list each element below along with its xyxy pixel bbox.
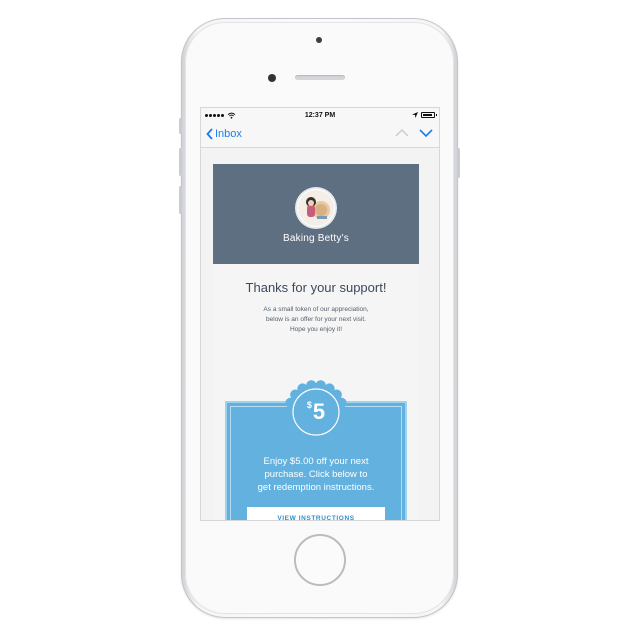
mute-switch (179, 118, 182, 134)
battery-icon (421, 112, 437, 118)
chevron-up-icon[interactable] (395, 128, 409, 138)
location-arrow-icon (412, 112, 418, 118)
status-bar: 12:37 PM (201, 108, 439, 125)
email-title: Thanks for your support! (245, 280, 387, 295)
earpiece-speaker (295, 75, 345, 80)
message-line: As a small token of our appreciation, (263, 306, 369, 313)
status-right (412, 112, 437, 118)
email-message: As a small token of our appreciation, be… (227, 305, 405, 335)
message-nav-arrows (395, 128, 433, 138)
coupon-badge: $ 5 (283, 380, 349, 444)
screen: 12:37 PM Inbox Baking Betty’s Thanks for… (200, 107, 440, 521)
power-button (457, 148, 460, 178)
proximity-sensor (316, 37, 322, 43)
brand-name: Baking Betty’s (283, 233, 349, 244)
volume-down-button (179, 186, 182, 214)
coupon-text-line: get redemption instructions. (257, 482, 375, 493)
message-line: below is an offer for your next visit. (266, 316, 366, 323)
mail-nav-bar: Inbox (201, 125, 439, 148)
brand-logo (297, 189, 335, 227)
coupon-currency: $ (306, 400, 312, 410)
coupon: $ 5 Enjoy $5.00 off your next purchase. … (225, 380, 407, 520)
status-time: 12:37 PM (304, 112, 336, 119)
message-line: Hope you enjoy it! (289, 326, 343, 333)
coupon-amount: 5 (312, 399, 326, 424)
home-button[interactable] (294, 534, 346, 586)
stage: 12:37 PM Inbox Baking Betty’s Thanks for… (0, 0, 640, 640)
volume-up-button (179, 148, 182, 176)
coupon-text-line: Enjoy $5.00 off your next (263, 456, 369, 467)
front-camera (268, 74, 276, 82)
coupon-value: $ 5 (284, 380, 348, 444)
email-header: Baking Betty’s (213, 164, 419, 264)
inbox-back-label: Inbox (215, 128, 242, 140)
coupon-description: Enjoy $5.00 off your next purchase. Clic… (231, 455, 401, 494)
chevron-left-icon (206, 128, 213, 140)
coupon-text-line: purchase. Click below to (264, 469, 368, 480)
email-content: Baking Betty’s Thanks for your support! … (213, 164, 419, 520)
bakery-logo-icon (298, 190, 334, 226)
inbox-back-button[interactable]: Inbox (206, 128, 242, 140)
view-instructions-button[interactable]: VIEW INSTRUCTIONS (247, 507, 385, 520)
chevron-down-icon[interactable] (419, 128, 433, 138)
